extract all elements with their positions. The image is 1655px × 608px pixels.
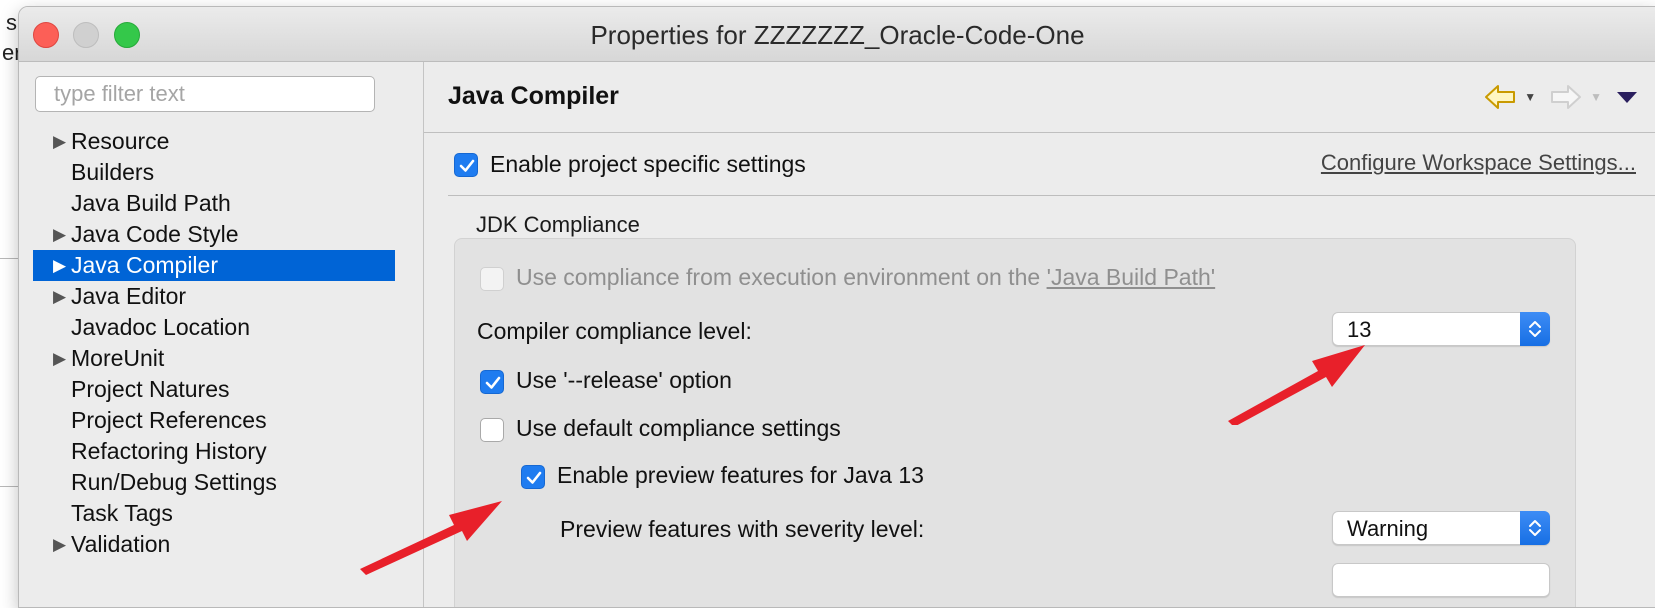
forward-arrow-icon[interactable] <box>1550 84 1582 110</box>
preview-severity-select[interactable]: Warning <box>1332 511 1550 545</box>
title-bar: Properties for ZZZZZZZ_Oracle-Code-One <box>19 7 1655 62</box>
tree-item-project-natures[interactable]: Project Natures <box>33 374 395 405</box>
tree-item-label: Java Build Path <box>71 190 231 216</box>
expand-triangle-icon[interactable]: ▶ <box>53 250 66 281</box>
preview-severity-value: Warning <box>1347 516 1429 541</box>
red-annotation-arrow <box>360 501 502 575</box>
configure-workspace-link[interactable]: Configure Workspace Settings... <box>1321 150 1636 176</box>
properties-dialog: Properties for ZZZZZZZ_Oracle-Code-One ▶… <box>18 6 1655 608</box>
tree-item-label: Java Code Style <box>71 221 239 247</box>
select-stepper-icon <box>1520 511 1550 545</box>
page-title: Java Compiler <box>448 82 619 110</box>
tree-item-java-build-path[interactable]: Java Build Path <box>33 188 395 219</box>
next-option-select[interactable] <box>1332 563 1550 597</box>
tree-item-refactoring-history[interactable]: Refactoring History <box>33 436 395 467</box>
tree-item-moreunit[interactable]: ▶ MoreUnit <box>33 343 395 374</box>
tree-item-java-code-style[interactable]: ▶ Java Code Style <box>33 219 395 250</box>
tree-item-label: Java Editor <box>71 283 187 309</box>
property-tree: ▶ Resource Builders Java Build Path ▶ Java Co… <box>33 126 395 560</box>
tree-item-label: Refactoring History <box>71 438 267 464</box>
tree-item-label: Java Compiler <box>71 252 218 278</box>
enable-preview-features-label: Enable preview features for Java 13 <box>557 462 924 488</box>
background-divider <box>0 258 20 259</box>
use-release-option-checkbox[interactable] <box>480 370 504 394</box>
tree-item-label: Project Natures <box>71 376 230 402</box>
background-fragment: s <box>6 10 17 35</box>
tree-item-label: Builders <box>71 159 155 185</box>
expand-triangle-icon[interactable]: ▶ <box>53 126 66 157</box>
tree-item-label: Javadoc Location <box>71 314 251 340</box>
separator <box>448 195 1655 196</box>
use-default-compliance-checkbox[interactable] <box>480 418 504 442</box>
tree-item-project-references[interactable]: Project References <box>33 405 395 436</box>
java-build-path-link[interactable]: 'Java Build Path' <box>1047 264 1216 290</box>
enable-preview-features-checkbox[interactable] <box>521 465 545 489</box>
tree-item-label: Run/Debug Settings <box>71 469 277 495</box>
preview-severity-label: Preview features with severity level: <box>560 516 925 542</box>
tree-item-run-debug-settings[interactable]: Run/Debug Settings <box>33 467 395 498</box>
back-history-dropdown-icon[interactable]: ▼ <box>1524 90 1536 104</box>
select-stepper-icon <box>1520 312 1550 346</box>
back-arrow-icon[interactable] <box>1484 84 1516 110</box>
tree-item-label: Resource <box>71 128 170 154</box>
tree-item-task-tags[interactable]: Task Tags <box>33 498 395 529</box>
use-default-compliance-label: Use default compliance settings <box>516 415 841 441</box>
expand-triangle-icon[interactable]: ▶ <box>53 281 66 312</box>
use-env-compliance-text: Use compliance from execution environmen… <box>516 264 1047 290</box>
jdk-compliance-group-label: JDK Compliance <box>476 212 640 237</box>
history-controls: ▼ ▼ <box>1484 82 1638 112</box>
tree-item-label: Task Tags <box>71 500 173 526</box>
expand-triangle-icon[interactable]: ▶ <box>53 529 66 560</box>
use-env-compliance-label: Use compliance from execution environmen… <box>516 264 1215 291</box>
forward-history-dropdown-icon[interactable]: ▼ <box>1590 90 1602 104</box>
compliance-level-label: Compiler compliance level: <box>477 318 752 344</box>
enable-project-specific-label: Enable project specific settings <box>490 151 806 177</box>
jdk-compliance-group: Use compliance from execution environmen… <box>454 238 1576 607</box>
tree-item-builders[interactable]: Builders <box>33 157 395 188</box>
tree-item-java-editor[interactable]: ▶ Java Editor <box>33 281 395 312</box>
window-title: Properties for ZZZZZZZ_Oracle-Code-One <box>590 20 1085 50</box>
tree-item-resource[interactable]: ▶ Resource <box>33 126 395 157</box>
expand-triangle-icon[interactable]: ▶ <box>53 219 66 250</box>
tree-item-label: Project References <box>71 407 267 433</box>
enable-project-specific-checkbox[interactable] <box>454 153 478 177</box>
expand-triangle-icon[interactable]: ▶ <box>53 343 66 374</box>
tree-item-javadoc-location[interactable]: Javadoc Location <box>33 312 395 343</box>
use-env-compliance-checkbox[interactable] <box>480 267 504 291</box>
red-annotation-arrow <box>1228 345 1365 425</box>
preference-page: Java Compiler ▼ ▼ Enable project specifi… <box>424 62 1655 607</box>
filter-input[interactable] <box>35 76 375 112</box>
page-header: Java Compiler ▼ ▼ <box>424 62 1655 133</box>
tree-item-label: Validation <box>71 531 171 557</box>
tree-item-label: MoreUnit <box>71 345 165 371</box>
tree-item-java-compiler[interactable]: ▶ Java Compiler <box>33 250 395 281</box>
view-menu-icon[interactable] <box>1616 90 1638 104</box>
tree-item-validation[interactable]: ▶ Validation <box>33 529 395 560</box>
use-release-option-label: Use '--release' option <box>516 367 732 393</box>
background-divider <box>0 486 20 487</box>
